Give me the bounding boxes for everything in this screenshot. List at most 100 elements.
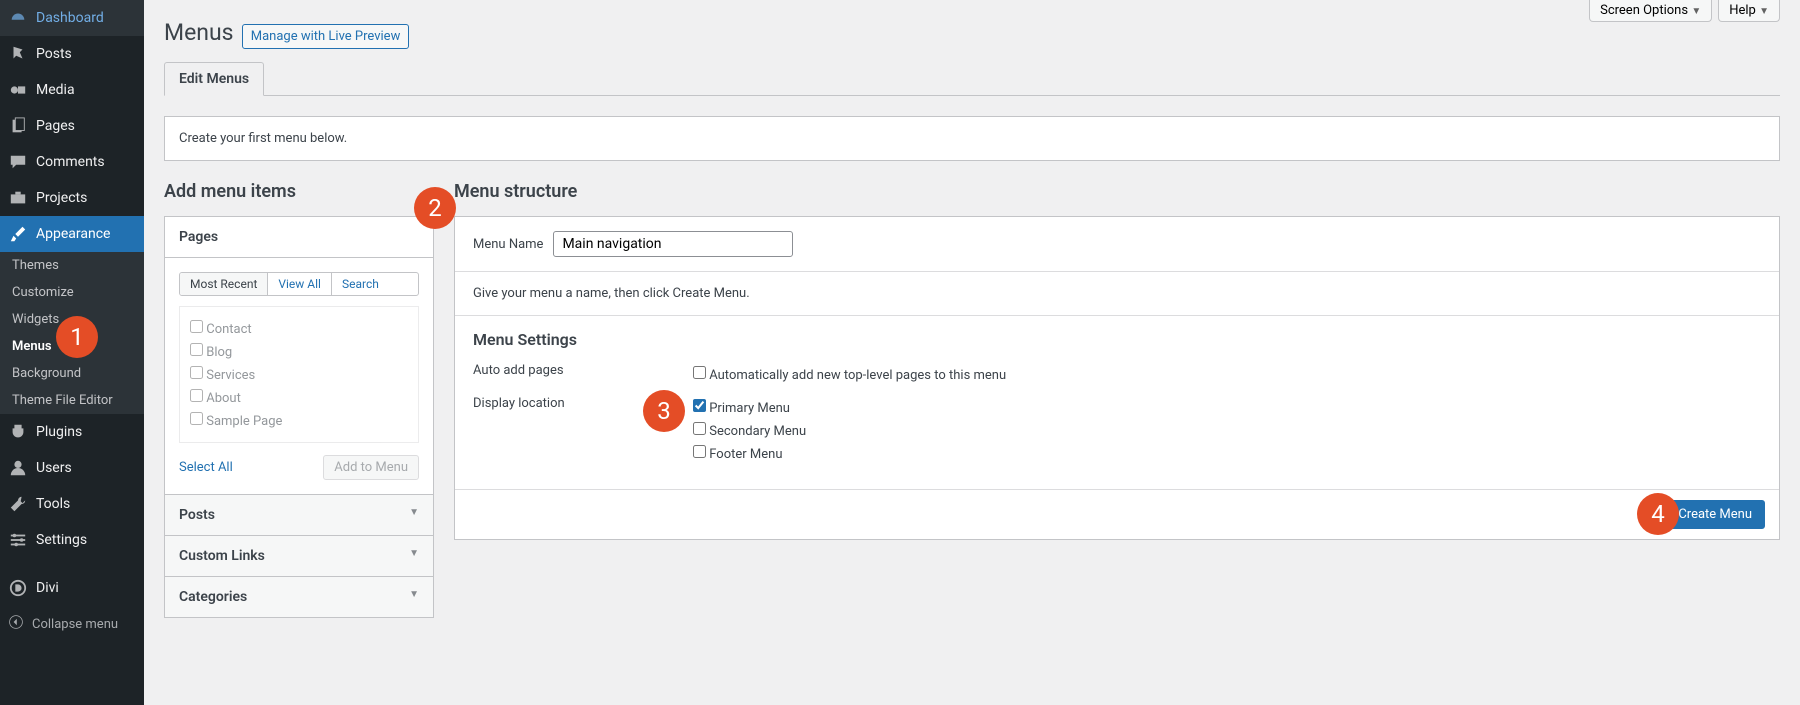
minitab-search[interactable]: Search <box>332 273 389 295</box>
comment-icon <box>8 152 28 172</box>
sidebar-item-divi[interactable]: Divi <box>0 570 144 606</box>
page-checkbox[interactable] <box>190 320 203 333</box>
loc-secondary-checkbox[interactable] <box>693 422 706 435</box>
menu-structure-heading: Menu structure <box>454 181 1780 202</box>
sidebar-item-label: Tools <box>36 496 70 512</box>
collapse-label: Collapse menu <box>32 617 118 632</box>
portfolio-icon <box>8 188 28 208</box>
select-all-link[interactable]: Select All <box>179 460 233 475</box>
tabs-nav: Edit Menus <box>164 62 1780 96</box>
sidebar-item-label: Media <box>36 82 75 98</box>
sidebar-item-label: Divi <box>36 580 59 596</box>
pages-check-list: Contact Blog Services About Sample Page <box>179 306 419 443</box>
notice-box: Create your first menu below. <box>164 116 1780 161</box>
sidebar-item-label: Settings <box>36 532 87 548</box>
page-check-item[interactable]: Blog <box>190 340 408 363</box>
loc-footer-label[interactable]: Footer Menu <box>693 442 806 465</box>
loc-footer-checkbox[interactable] <box>693 445 706 458</box>
add-to-menu-button[interactable]: Add to Menu <box>323 455 419 480</box>
sub-item-background[interactable]: Background <box>0 360 144 387</box>
add-items-heading: Add menu items <box>164 181 434 202</box>
help-button[interactable]: Help ▼ <box>1718 0 1780 22</box>
page-checkbox[interactable] <box>190 412 203 425</box>
page-checkbox[interactable] <box>190 389 203 402</box>
admin-sidebar: Dashboard Posts Media Pages Comments Pro… <box>0 0 144 705</box>
loc-primary-checkbox[interactable] <box>693 399 706 412</box>
sidebar-submenu: Themes Customize Widgets Menus Backgroun… <box>0 252 144 414</box>
menu-settings-heading: Menu Settings <box>473 330 1761 349</box>
minitab-recent[interactable]: Most Recent <box>180 273 268 295</box>
page-checkbox[interactable] <box>190 366 203 379</box>
annotation-badge-4: 4 <box>1637 493 1679 535</box>
sidebar-item-label: Pages <box>36 118 75 134</box>
annotation-badge-2: 2 <box>414 187 456 229</box>
auto-add-checkbox[interactable] <box>693 366 706 379</box>
sidebar-item-label: Dashboard <box>36 10 104 26</box>
accordion-posts-header[interactable]: Posts▼ <box>165 494 433 535</box>
chevron-down-icon: ▼ <box>409 507 419 523</box>
page-icon <box>8 116 28 136</box>
divi-icon <box>8 578 28 598</box>
chevron-down-icon: ▼ <box>409 548 419 564</box>
sidebar-item-label: Comments <box>36 154 105 170</box>
dashboard-icon <box>8 8 28 28</box>
sidebar-item-tools[interactable]: Tools <box>0 486 144 522</box>
sidebar-item-comments[interactable]: Comments <box>0 144 144 180</box>
menu-name-label: Menu Name <box>473 237 543 252</box>
sidebar-item-plugins[interactable]: Plugins <box>0 414 144 450</box>
settings-icon <box>8 530 28 550</box>
annotation-badge-3: 3 <box>643 390 685 432</box>
auto-add-label: Auto add pages <box>473 363 693 386</box>
sidebar-item-label: Plugins <box>36 424 82 440</box>
menu-structure-panel: 2 Menu Name Give your menu a name, then … <box>454 216 1780 540</box>
annotation-badge-1: 1 <box>56 316 98 358</box>
sidebar-item-users[interactable]: Users <box>0 450 144 486</box>
accordion-categories-header[interactable]: Categories▼ <box>165 576 433 617</box>
collapse-icon <box>8 614 24 634</box>
sidebar-item-label: Users <box>36 460 72 476</box>
brush-icon <box>8 224 28 244</box>
sidebar-item-media[interactable]: Media <box>0 72 144 108</box>
chevron-down-icon: ▼ <box>1691 6 1701 17</box>
sidebar-item-posts[interactable]: Posts <box>0 36 144 72</box>
user-icon <box>8 458 28 478</box>
page-check-item[interactable]: Contact <box>190 317 408 340</box>
pin-icon <box>8 44 28 64</box>
screen-options-button[interactable]: Screen Options ▼ <box>1589 0 1712 22</box>
minitab-view-all[interactable]: View All <box>268 273 332 295</box>
media-icon <box>8 80 28 100</box>
tool-icon <box>8 494 28 514</box>
page-check-item[interactable]: Sample Page <box>190 409 408 432</box>
page-checkbox[interactable] <box>190 343 203 356</box>
loc-primary-label[interactable]: Primary Menu <box>693 396 806 419</box>
menu-name-input[interactable] <box>553 231 793 257</box>
menu-desc: Give your menu a name, then click Create… <box>455 272 1779 316</box>
tab-edit-menus[interactable]: Edit Menus <box>164 62 264 96</box>
sidebar-item-pages[interactable]: Pages <box>0 108 144 144</box>
live-preview-button[interactable]: Manage with Live Preview <box>242 24 410 49</box>
page-check-item[interactable]: About <box>190 386 408 409</box>
page-check-item[interactable]: Services <box>190 363 408 386</box>
sidebar-item-settings[interactable]: Settings <box>0 522 144 558</box>
accordion-pages-body: Most Recent View All Search Contact Blog… <box>165 257 433 494</box>
accordion-pages-header[interactable]: Pages <box>165 217 433 257</box>
main-content: Screen Options ▼ Help ▼ Menus Manage wit… <box>144 0 1800 705</box>
collapse-menu[interactable]: Collapse menu <box>0 606 144 642</box>
chevron-down-icon: ▼ <box>409 589 419 605</box>
plugin-icon <box>8 422 28 442</box>
sub-item-theme-editor[interactable]: Theme File Editor <box>0 387 144 414</box>
chevron-down-icon: ▼ <box>1759 6 1769 17</box>
create-menu-button[interactable]: Create Menu <box>1665 500 1765 529</box>
sidebar-item-appearance[interactable]: Appearance <box>0 216 144 252</box>
menu-items-accordion: Pages Most Recent View All Search Contac… <box>164 216 434 618</box>
sidebar-item-projects[interactable]: Projects <box>0 180 144 216</box>
loc-secondary-label[interactable]: Secondary Menu <box>693 419 806 442</box>
page-title: Menus <box>164 10 234 50</box>
accordion-custom-links-header[interactable]: Custom Links▼ <box>165 535 433 576</box>
sub-item-customize[interactable]: Customize <box>0 279 144 306</box>
auto-add-checkbox-label[interactable]: Automatically add new top-level pages to… <box>693 363 1006 386</box>
sub-item-themes[interactable]: Themes <box>0 252 144 279</box>
sidebar-item-dashboard[interactable]: Dashboard <box>0 0 144 36</box>
sidebar-item-label: Appearance <box>36 226 110 242</box>
sidebar-item-label: Posts <box>36 46 72 62</box>
